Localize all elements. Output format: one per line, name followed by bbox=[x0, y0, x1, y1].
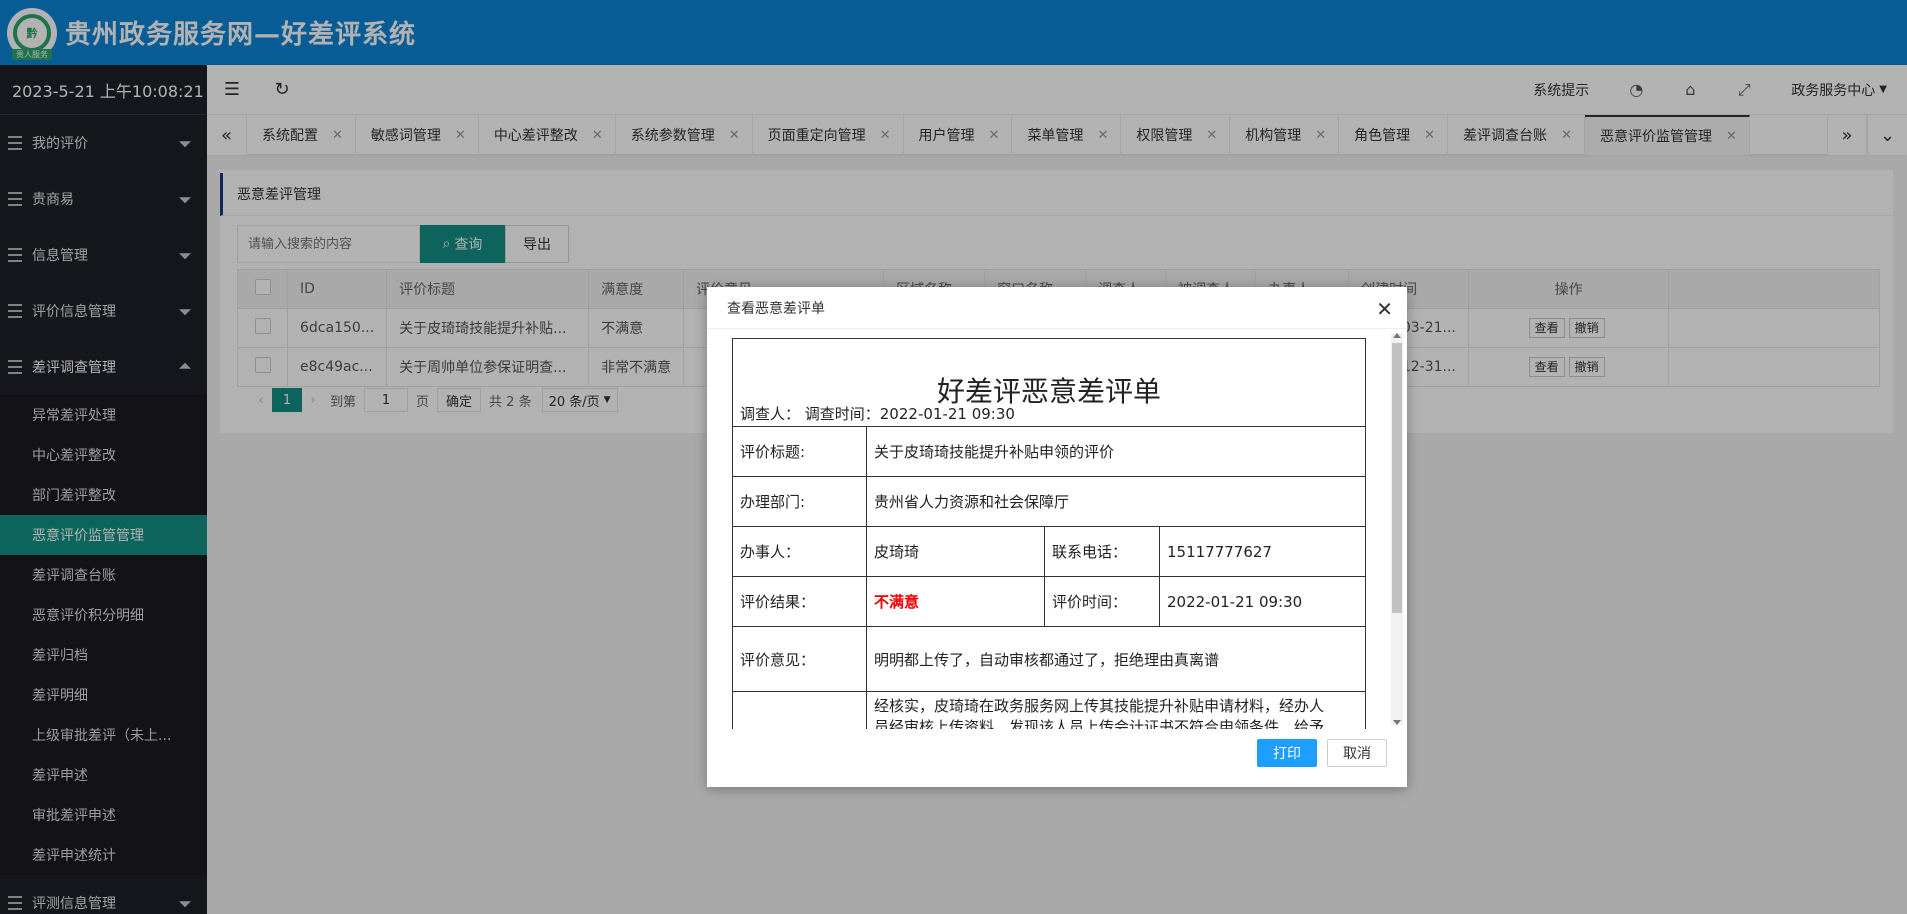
eval-time-label: 评价时间： bbox=[1044, 576, 1160, 627]
investigator-line: 调查人： 调查时间：2022-01-21 09:30 bbox=[740, 405, 1015, 423]
dept-label: 办理部门: bbox=[732, 476, 867, 527]
finding-line: 经核实，皮琦琦在政务服务网上传其技能提升补贴申请材料，经办人 bbox=[874, 697, 1325, 715]
phone-label: 联系电话： bbox=[1044, 526, 1160, 577]
close-icon[interactable]: ✕ bbox=[1376, 297, 1393, 321]
review-form: 好差评恶意差评单 调查人： 调查时间：2022-01-21 09:30 评价标题… bbox=[732, 338, 1366, 729]
scroll-down-icon[interactable] bbox=[1393, 720, 1401, 725]
dept-value: 贵州省人力资源和社会保障厅 bbox=[866, 476, 1366, 527]
modal-body: 好差评恶意差评单 调查人： 调查时间：2022-01-21 09:30 评价标题… bbox=[707, 329, 1407, 729]
scroll-up-icon[interactable] bbox=[1393, 333, 1401, 338]
result-label: 评价结果： bbox=[732, 576, 867, 627]
eval-time-value: 2022-01-21 09:30 bbox=[1159, 576, 1366, 627]
modal-footer: 打印 取消 bbox=[707, 729, 1407, 787]
finding-line: 员经审核上传资料，发现该人员上传会计证书不符合申领条件，给予 bbox=[874, 718, 1325, 729]
eval-title-label: 评价标题: bbox=[732, 426, 867, 477]
cancel-button[interactable]: 取消 bbox=[1327, 739, 1387, 767]
eval-title-value: 关于皮琦琦技能提升补贴申领的评价 bbox=[866, 426, 1366, 477]
applicant-value: 皮琦琦 bbox=[866, 526, 1045, 577]
print-button[interactable]: 打印 bbox=[1257, 739, 1317, 767]
opinion-value: 明明都上传了，自动审核都通过了，拒绝理由真离谱 bbox=[866, 626, 1366, 692]
applicant-label: 办事人： bbox=[732, 526, 867, 577]
finding-value: 经核实，皮琦琦在政务服务网上传其技能提升补贴申请材料，经办人 员经审核上传资料，… bbox=[866, 691, 1366, 729]
modal-scrollbar[interactable] bbox=[1391, 333, 1403, 725]
finding-label-cell bbox=[732, 691, 867, 729]
opinion-label: 评价意见： bbox=[732, 626, 867, 692]
view-malicious-review-modal: 查看恶意差评单 ✕ 好差评恶意差评单 调查人： 调查时间：2022-01-21 … bbox=[707, 287, 1407, 787]
scrollbar-thumb[interactable] bbox=[1392, 343, 1402, 613]
result-value: 不满意 bbox=[866, 576, 1045, 627]
phone-value: 15117777627 bbox=[1159, 526, 1366, 577]
form-header-cell: 好差评恶意差评单 调查人： 调查时间：2022-01-21 09:30 bbox=[732, 338, 1366, 427]
modal-title: 查看恶意差评单 bbox=[707, 287, 1407, 329]
form-title: 好差评恶意差评单 bbox=[936, 374, 1161, 408]
